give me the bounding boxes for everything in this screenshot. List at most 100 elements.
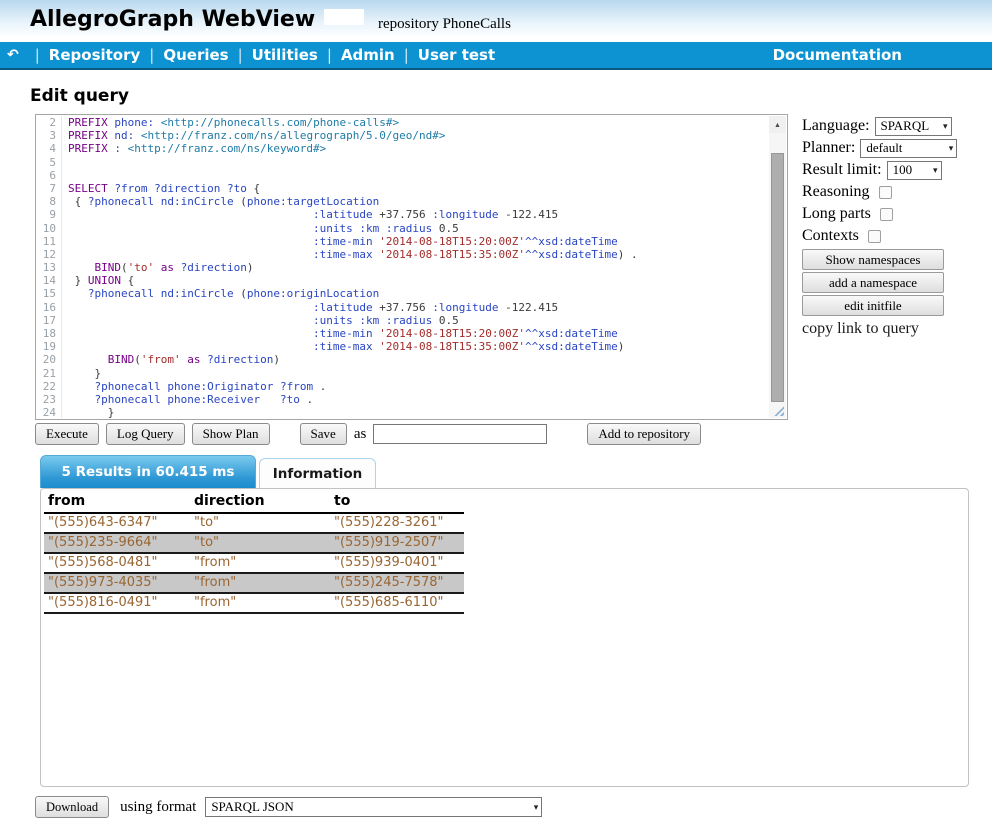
contexts-checkbox[interactable]: [868, 230, 881, 243]
copy-link-to-query[interactable]: copy link to query: [802, 320, 992, 338]
code-line[interactable]: { ?phonecall nd:inCircle (phone:targetLo…: [62, 195, 379, 208]
dropdown-arrow-icon: ▾: [534, 802, 539, 813]
code-line[interactable]: ?phonecall phone:Originator ?from .: [62, 380, 326, 393]
code-line[interactable]: :time-min '2014-08-18T15:20:00Z'^^xsd:da…: [62, 235, 618, 248]
line-number: 8: [36, 195, 62, 208]
table-row[interactable]: "(555)568-0481""from""(555)939-0401": [44, 553, 464, 573]
code-line[interactable]: :time-min '2014-08-18T15:20:00Z'^^xsd:da…: [62, 327, 618, 340]
format-select[interactable]: SPARQL JSON ▾: [205, 797, 542, 817]
cell-direction[interactable]: "from": [190, 593, 330, 613]
code-line[interactable]: :units :km :radius 0.5: [62, 314, 459, 327]
up-arrow-icon: ▲: [774, 121, 781, 129]
language-select[interactable]: SPARQL ▾: [875, 117, 952, 136]
code-line[interactable]: PREFIX nd: <http://franz.com/ns/allegrog…: [62, 129, 446, 142]
add-to-repository-button[interactable]: Add to repository: [587, 423, 701, 445]
sidebar-button-show-namespaces[interactable]: Show namespaces: [802, 249, 944, 270]
back-icon[interactable]: ↶: [7, 47, 19, 63]
code-line[interactable]: :latitude +37.756 :longitude -122.415: [62, 301, 558, 314]
show-plan-button[interactable]: Show Plan: [192, 423, 270, 445]
cell-to[interactable]: "(555)228-3261": [330, 513, 464, 533]
code-line[interactable]: PREFIX : <http://franz.com/ns/keyword#>: [62, 142, 326, 155]
cell-to[interactable]: "(555)685-6110": [330, 593, 464, 613]
code-line[interactable]: BIND('from' as ?direction): [62, 353, 280, 366]
code-line[interactable]: ?phonecall phone:Receiver ?to .: [62, 393, 313, 406]
language-value: SPARQL: [881, 118, 930, 134]
long-parts-checkbox[interactable]: [880, 208, 893, 221]
code-editor-lines[interactable]: 2PREFIX phone: <http://phonecalls.com/ph…: [36, 116, 769, 418]
line-number: 3: [36, 129, 62, 142]
line-number: 5: [36, 156, 62, 169]
line-number: 4: [36, 142, 62, 155]
code-line[interactable]: SELECT ?from ?direction ?to {: [62, 182, 260, 195]
table-row[interactable]: "(555)973-4035""from""(555)245-7578": [44, 573, 464, 593]
cell-to[interactable]: "(555)939-0401": [330, 553, 464, 573]
repository-label: repository PhoneCalls: [378, 16, 511, 33]
code-line[interactable]: } UNION {: [62, 274, 134, 287]
nav-item-repository[interactable]: Repository: [49, 46, 141, 64]
save-name-input[interactable]: [373, 424, 547, 444]
resize-grip-icon[interactable]: [772, 404, 784, 416]
code-line[interactable]: BIND('to' as ?direction): [62, 261, 253, 274]
planner-label: Planner:: [802, 139, 855, 157]
cell-from[interactable]: "(555)973-4035": [44, 573, 190, 593]
cell-direction[interactable]: "from": [190, 573, 330, 593]
code-line[interactable]: :time-max '2014-08-18T15:35:00Z'^^xsd:da…: [62, 340, 624, 353]
save-button[interactable]: Save: [300, 423, 347, 445]
log-query-button[interactable]: Log Query: [106, 423, 185, 445]
nav-item-utilities[interactable]: Utilities: [252, 46, 318, 64]
tab-results[interactable]: 5 Results in 60.415 ms: [40, 455, 256, 488]
scrollbar-up-button[interactable]: ▲: [769, 116, 786, 133]
editor-scrollbar[interactable]: ▲: [769, 116, 786, 418]
tab-information[interactable]: Information: [259, 458, 376, 488]
code-line[interactable]: ?phonecall nd:inCircle (phone:originLoca…: [62, 287, 379, 300]
cell-direction[interactable]: "from": [190, 553, 330, 573]
nav-item-queries[interactable]: Queries: [163, 46, 228, 64]
cell-direction[interactable]: "to": [190, 533, 330, 553]
result-limit-label: Result limit:: [802, 161, 882, 179]
line-number: 14: [36, 274, 62, 287]
column-header-direction: direction: [190, 492, 330, 513]
table-row[interactable]: "(555)643-6347""to""(555)228-3261": [44, 513, 464, 533]
planner-value: default: [866, 140, 902, 156]
query-toolbar: Execute Log Query Show Plan Save as Add …: [35, 422, 992, 446]
sidebar-button-add-a-namespace[interactable]: add a namespace: [802, 272, 944, 293]
execute-button[interactable]: Execute: [35, 423, 99, 445]
code-line[interactable]: [62, 156, 68, 169]
code-line[interactable]: }: [62, 406, 114, 418]
result-limit-select[interactable]: 100 ▾: [887, 161, 942, 180]
reasoning-checkbox[interactable]: [879, 186, 892, 199]
code-line[interactable]: :units :km :radius 0.5: [62, 222, 459, 235]
line-number: 10: [36, 222, 62, 235]
cell-direction[interactable]: "to": [190, 513, 330, 533]
blank-patch: [324, 9, 364, 25]
nav-item-user-test[interactable]: User test: [418, 46, 495, 64]
code-line[interactable]: PREFIX phone: <http://phonecalls.com/pho…: [62, 116, 399, 129]
nav-links: Repository|Queries|Utilities|Admin|User …: [49, 46, 495, 64]
code-line[interactable]: :latitude +37.756 :longitude -122.415: [62, 208, 558, 221]
cell-to[interactable]: "(555)919-2507": [330, 533, 464, 553]
download-button[interactable]: Download: [35, 796, 109, 818]
save-as-label: as: [354, 426, 367, 443]
query-editor[interactable]: 2PREFIX phone: <http://phonecalls.com/ph…: [35, 114, 788, 420]
sidebar-buttons: Show namespacesadd a namespaceedit initf…: [802, 249, 992, 318]
cell-from[interactable]: "(555)235-9664": [44, 533, 190, 553]
dropdown-arrow-icon: ▾: [949, 143, 954, 154]
cell-to[interactable]: "(555)245-7578": [330, 573, 464, 593]
code-line[interactable]: [62, 169, 68, 182]
cell-from[interactable]: "(555)643-6347": [44, 513, 190, 533]
cell-from[interactable]: "(555)568-0481": [44, 553, 190, 573]
nav-item-documentation[interactable]: Documentation: [773, 46, 902, 64]
reasoning-label: Reasoning: [802, 183, 870, 201]
dropdown-arrow-icon: ▾: [933, 165, 938, 176]
table-row[interactable]: "(555)816-0491""from""(555)685-6110": [44, 593, 464, 613]
table-row[interactable]: "(555)235-9664""to""(555)919-2507": [44, 533, 464, 553]
nav-separator: |: [404, 46, 409, 64]
planner-select[interactable]: default ▾: [860, 139, 957, 158]
cell-from[interactable]: "(555)816-0491": [44, 593, 190, 613]
scrollbar-thumb[interactable]: [771, 153, 784, 402]
page-title: Edit query: [30, 86, 992, 106]
code-line[interactable]: :time-max '2014-08-18T15:35:00Z'^^xsd:da…: [62, 248, 638, 261]
nav-item-admin[interactable]: Admin: [341, 46, 395, 64]
sidebar-button-edit-initfile[interactable]: edit initfile: [802, 295, 944, 316]
code-line[interactable]: }: [62, 367, 101, 380]
